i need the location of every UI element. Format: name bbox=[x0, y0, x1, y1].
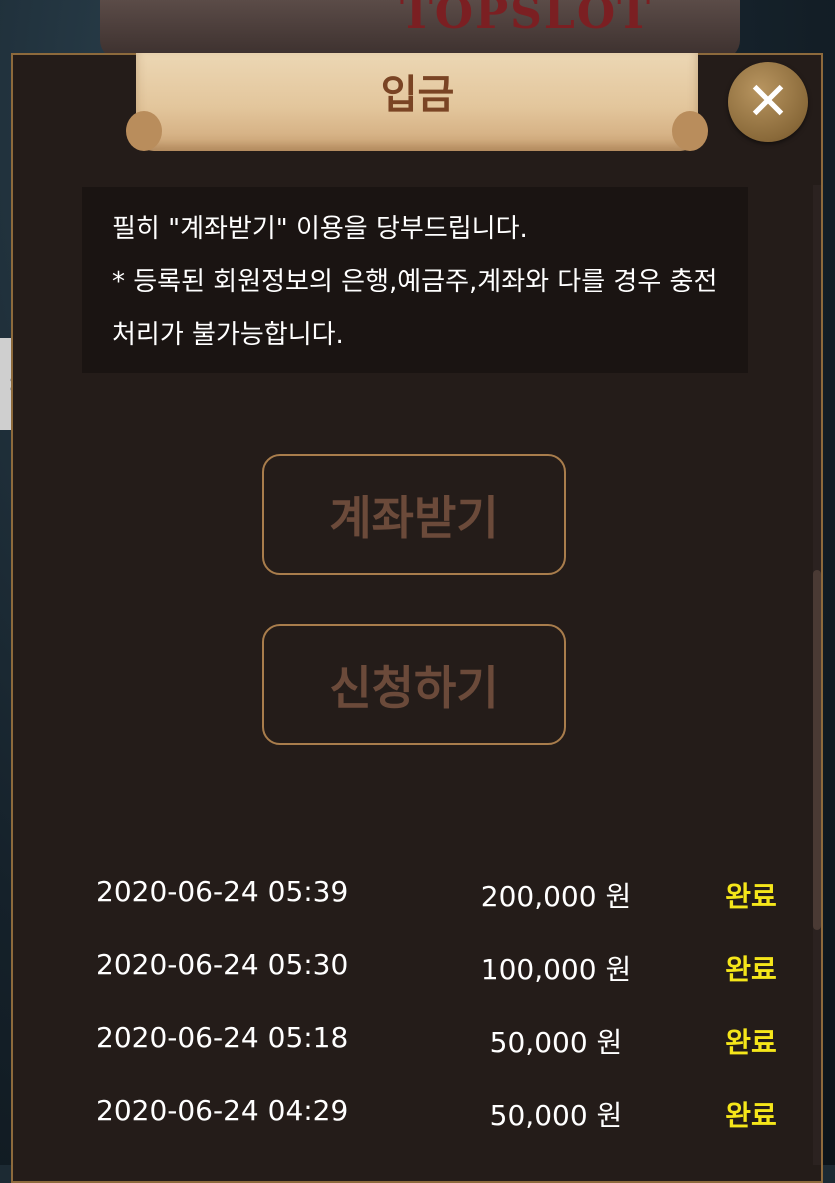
history-status: 완료 bbox=[725, 1026, 777, 1059]
notice-line-2: * 등록된 회원정보의 은행,예금주,계좌와 다를 경우 충전처리가 불가능합니… bbox=[112, 267, 718, 350]
history-status: 완료 bbox=[725, 880, 777, 913]
history-row: 2020-06-24 04:29 50,000 원 완료 bbox=[96, 1084, 796, 1157]
history-status: 완료 bbox=[725, 1099, 777, 1132]
history-datetime: 2020-06-24 05:30 bbox=[96, 948, 349, 981]
history-row: 2020-06-24 05:18 50,000 원 완료 bbox=[96, 1011, 796, 1084]
history-datetime: 2020-06-24 04:29 bbox=[96, 1094, 349, 1127]
apply-button[interactable]: 신청하기 bbox=[262, 624, 566, 745]
history-amount: 50,000 원 bbox=[489, 1026, 623, 1059]
modal-title: 입금 bbox=[380, 72, 455, 118]
history-row: 2020-06-24 05:39 200,000 원 완료 bbox=[96, 865, 796, 938]
deposit-history-list: 2020-06-24 05:39 200,000 원 완료 2020-06-24… bbox=[96, 865, 796, 1157]
close-button[interactable]: ✕ bbox=[728, 62, 808, 142]
scrollbar-thumb[interactable] bbox=[813, 570, 821, 930]
history-amount: 200,000 원 bbox=[480, 880, 632, 913]
game-logo: TOPSLOT bbox=[100, 0, 740, 60]
history-amount: 100,000 원 bbox=[480, 953, 632, 986]
history-datetime: 2020-06-24 05:18 bbox=[96, 1021, 349, 1054]
notice-box: 필히 "계좌받기" 이용을 당부드립니다. * 등록된 회원정보의 은행,예금주… bbox=[82, 187, 748, 373]
game-logo-text: TOPSLOT bbox=[400, 0, 652, 39]
receive-account-button[interactable]: 계좌받기 bbox=[262, 454, 566, 575]
history-status: 완료 bbox=[725, 953, 777, 986]
history-row: 2020-06-24 05:30 100,000 원 완료 bbox=[96, 938, 796, 1011]
history-amount: 50,000 원 bbox=[489, 1099, 623, 1132]
notice-line-1: 필히 "계좌받기" 이용을 당부드립니다. bbox=[112, 214, 528, 244]
close-icon: ✕ bbox=[746, 72, 790, 132]
history-datetime: 2020-06-24 05:39 bbox=[96, 875, 349, 908]
